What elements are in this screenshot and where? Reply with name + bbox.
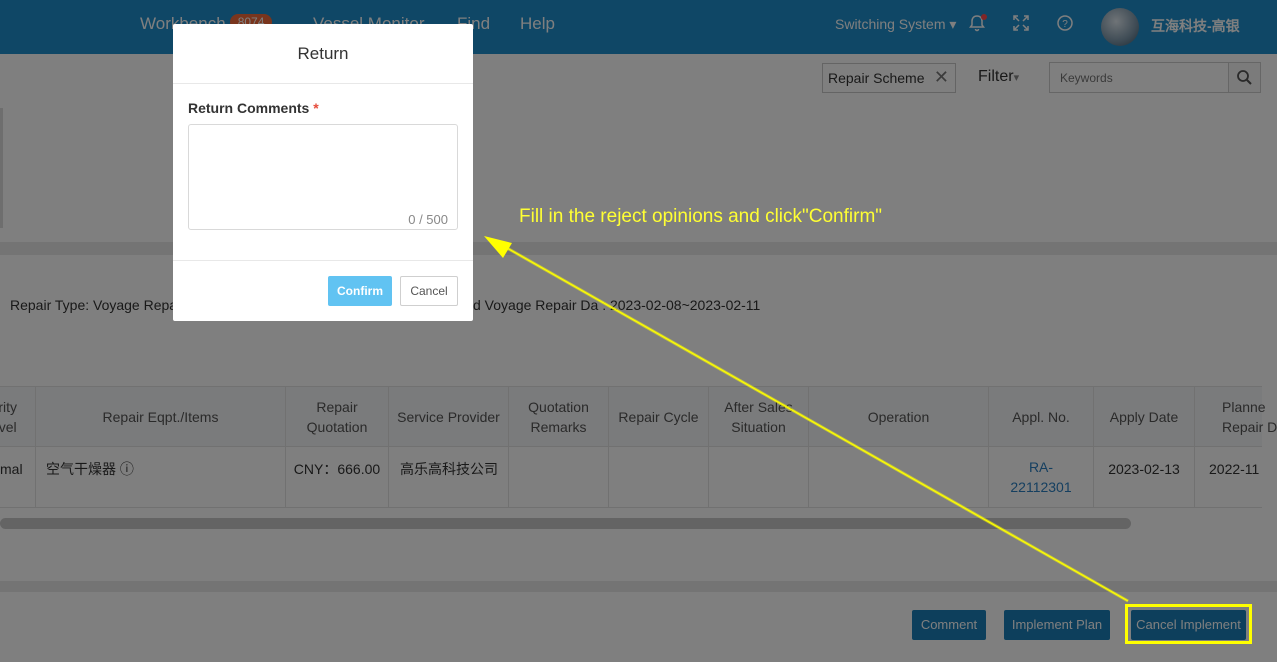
return-comments-label-text: Return Comments (188, 100, 310, 116)
return-comments-field: 0 / 500 (188, 124, 458, 230)
cancel-button[interactable]: Cancel (400, 276, 458, 306)
return-comments-label: Return Comments * (188, 100, 319, 116)
highlight-box (1125, 604, 1252, 644)
dialog-divider (173, 260, 473, 261)
confirm-button[interactable]: Confirm (328, 276, 392, 306)
required-mark: * (313, 100, 319, 116)
dialog-title: Return (173, 24, 473, 84)
char-counter: 0 / 500 (408, 212, 448, 227)
return-dialog: Return Return Comments * 0 / 500 Confirm… (173, 24, 473, 321)
annotation-text: Fill in the reject opinions and click"Co… (519, 206, 883, 227)
